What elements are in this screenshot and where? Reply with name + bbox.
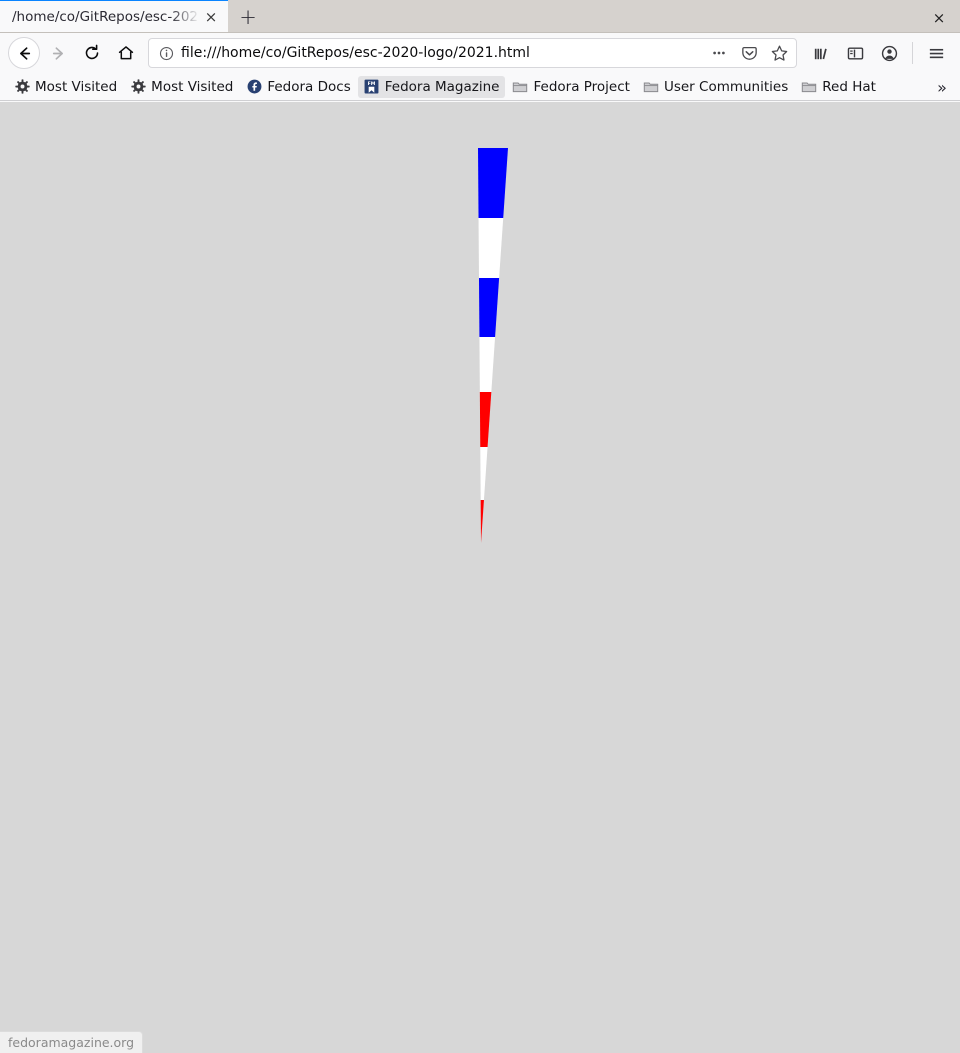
window-close-icon[interactable]: × bbox=[928, 7, 950, 29]
tab-title: /home/co/GitRepos/esc-202 bbox=[12, 8, 198, 25]
gear-icon bbox=[130, 79, 146, 95]
banner-segment-1 bbox=[478, 218, 504, 278]
bookmark-label: Fedora Magazine bbox=[384, 78, 500, 95]
folder-icon bbox=[643, 79, 659, 95]
app-menu-button[interactable] bbox=[920, 37, 952, 69]
page-actions-icon[interactable] bbox=[706, 40, 732, 66]
navigation-toolbar bbox=[0, 33, 960, 73]
close-tab-icon[interactable]: × bbox=[200, 6, 222, 28]
home-icon bbox=[118, 46, 134, 60]
sidebar-button[interactable] bbox=[839, 37, 871, 69]
svg-text:FM: FM bbox=[368, 81, 376, 87]
banner-segment-0 bbox=[478, 148, 508, 218]
tricolor-banner-graphic bbox=[478, 148, 508, 543]
bookmark-red-hat[interactable]: Red Hat bbox=[795, 76, 882, 98]
status-link-popup: fedoramagazine.org bbox=[0, 1031, 144, 1053]
page-content bbox=[0, 102, 960, 1053]
bookmark-most-visited-2[interactable]: Most Visited bbox=[124, 76, 239, 98]
reload-icon bbox=[85, 44, 99, 60]
back-button[interactable] bbox=[8, 37, 40, 69]
tab-strip: /home/co/GitRepos/esc-202 × + × bbox=[0, 0, 960, 33]
toolbar-divider bbox=[912, 42, 913, 64]
banner-segment-5 bbox=[480, 447, 488, 500]
back-arrow-icon bbox=[19, 46, 30, 60]
fedora-icon bbox=[246, 79, 262, 95]
home-button[interactable] bbox=[110, 37, 142, 69]
forward-button[interactable] bbox=[42, 37, 74, 69]
library-button[interactable] bbox=[805, 37, 837, 69]
bookmark-user-communities[interactable]: User Communities bbox=[637, 76, 794, 98]
bookmark-label: Most Visited bbox=[35, 78, 118, 95]
bookmark-label: Fedora Docs bbox=[267, 78, 351, 95]
url-bar[interactable] bbox=[148, 38, 797, 68]
account-button[interactable] bbox=[873, 37, 905, 69]
folder-icon bbox=[512, 79, 528, 95]
banner-segment-3 bbox=[479, 337, 496, 392]
bookmark-most-visited-1[interactable]: Most Visited bbox=[8, 76, 123, 98]
status-link-text: fedoramagazine.org bbox=[8, 1035, 135, 1050]
new-tab-button[interactable]: + bbox=[230, 2, 266, 32]
banner-segment-6 bbox=[480, 500, 484, 543]
hamburger-menu-icon bbox=[929, 48, 943, 58]
bookmark-label: User Communities bbox=[663, 78, 789, 95]
bookmark-label: Most Visited bbox=[151, 78, 234, 95]
bookmarks-overflow-icon[interactable]: » bbox=[930, 75, 954, 99]
pocket-icon[interactable] bbox=[736, 40, 762, 66]
bookmark-fedora-magazine[interactable]: FM Fedora Magazine bbox=[357, 75, 506, 98]
browser-tab[interactable]: /home/co/GitRepos/esc-202 × bbox=[0, 0, 228, 32]
account-icon bbox=[881, 45, 897, 61]
sidebar-icon bbox=[847, 46, 863, 60]
bookmark-fedora-project[interactable]: Fedora Project bbox=[506, 76, 635, 98]
bookmark-star-icon[interactable] bbox=[766, 40, 792, 66]
banner-segment-4 bbox=[479, 392, 492, 447]
reload-button[interactable] bbox=[76, 37, 108, 69]
forward-arrow-icon bbox=[52, 46, 63, 60]
folder-icon bbox=[801, 79, 817, 95]
bookmark-label: Red Hat bbox=[822, 78, 876, 95]
bookmark-fedora-docs[interactable]: Fedora Docs bbox=[240, 76, 356, 98]
bookmark-label: Fedora Project bbox=[533, 78, 630, 95]
info-circle-icon[interactable] bbox=[157, 44, 175, 62]
library-icon bbox=[814, 48, 827, 59]
address-input[interactable] bbox=[179, 45, 702, 61]
bookmarks-toolbar: Most Visited Most Visited Fedora Docs FM… bbox=[0, 73, 960, 101]
gear-icon bbox=[14, 79, 30, 95]
fedora-magazine-icon: FM bbox=[364, 79, 380, 95]
banner-segment-2 bbox=[478, 278, 500, 337]
